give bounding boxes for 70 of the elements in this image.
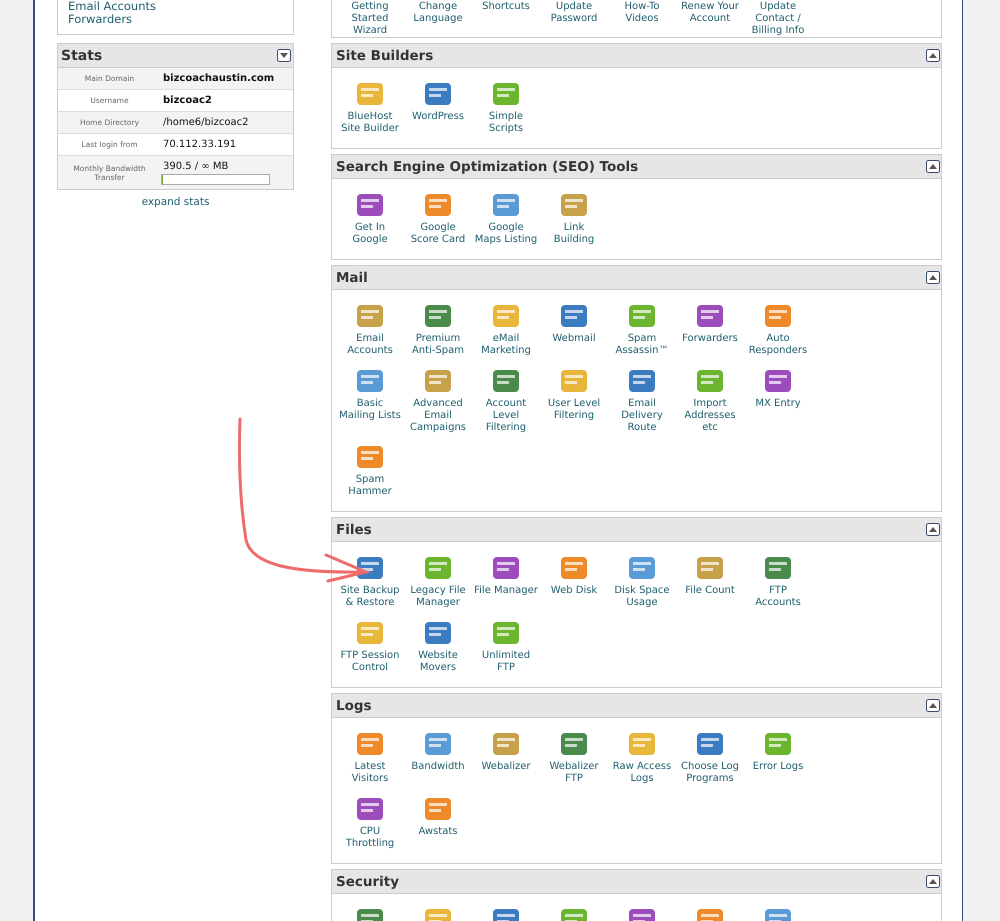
tool-link[interactable]: Basic Mailing Lists	[336, 365, 404, 434]
tool-link[interactable]: BlueHost Site Builder	[336, 78, 404, 136]
tool-link[interactable]: Auto Responders	[744, 300, 812, 358]
tool-link[interactable]: Update Contact / Billing Info	[744, 1, 812, 37]
collapse-button[interactable]	[926, 270, 940, 284]
tool-link[interactable]: FTP Accounts	[744, 552, 812, 610]
tool-link[interactable]: Latest Visitors	[336, 728, 404, 786]
stat-value: bizcoac2	[162, 95, 212, 106]
section-title: Search Engine Optimization (SEO) Tools	[336, 158, 638, 174]
tool-link[interactable]: Unlimited FTP	[472, 617, 540, 675]
section-title: Site Builders	[336, 48, 434, 64]
tool-link[interactable]: Shortcuts	[472, 1, 540, 37]
tool-link[interactable]: Google Score Card	[404, 189, 472, 247]
tool-link[interactable]: Webmail	[540, 300, 608, 358]
tool-link[interactable]: Awstats	[404, 793, 472, 851]
tool-link[interactable]: Update Password	[540, 1, 608, 37]
tool-link[interactable]: Site Backup & Restore	[336, 552, 404, 610]
tool-link[interactable]: Bandwidth	[404, 728, 472, 786]
sidebar-link[interactable]: Email Accounts	[68, 0, 293, 13]
tool-link[interactable]: WordPress	[404, 78, 472, 136]
tool-link[interactable]: How-To Videos	[608, 1, 676, 37]
tool-link[interactable]: File Count	[676, 552, 744, 610]
tool-link[interactable]: Premium Anti-Spam	[404, 300, 472, 358]
tool-link[interactable]: Account Level Filtering	[472, 365, 540, 434]
tool-link[interactable]: Choose Log Programs	[676, 728, 744, 786]
tool-link[interactable]: User Level Filtering	[540, 365, 608, 434]
tool-link[interactable]: Change Language	[404, 1, 472, 37]
tool-link[interactable]: Google Maps Listing	[472, 189, 540, 247]
stat-value: 70.112.33.191	[162, 139, 236, 150]
tool-link[interactable]: Email Delivery Route	[608, 365, 676, 434]
tool-link[interactable]: Raw Access Logs	[608, 728, 676, 786]
tool-link[interactable]: Spam Hammer	[336, 441, 404, 499]
stat-value: bizcoachaustin.com	[162, 73, 274, 84]
collapse-button[interactable]	[926, 698, 940, 712]
tool-link[interactable]: Webalizer	[472, 728, 540, 786]
tool-link[interactable]: FTP Session Control	[336, 617, 404, 675]
tool-link[interactable]: eMail Marketing	[472, 300, 540, 358]
tool-link[interactable]: Legacy File Manager	[404, 552, 472, 610]
tool-link[interactable]: Error Logs	[744, 728, 812, 786]
tool-link[interactable]: Renew Your Account	[676, 1, 744, 37]
tool-link[interactable]: Webalizer FTP	[540, 728, 608, 786]
tool-link[interactable]: Import Addresses etc	[676, 365, 744, 434]
section-title: Mail	[336, 270, 368, 286]
tool-link[interactable]: Website Movers	[404, 617, 472, 675]
expand-stats-link[interactable]: expand stats	[57, 196, 294, 208]
section-title: Files	[336, 522, 372, 538]
section-title: Logs	[336, 698, 372, 714]
tool-link[interactable]: Disk Space Usage	[608, 552, 676, 610]
tool-link[interactable]: Forwarders	[676, 300, 744, 358]
collapse-button[interactable]	[926, 48, 940, 62]
collapse-button[interactable]	[926, 522, 940, 536]
sidebar-link[interactable]: Forwarders	[68, 13, 293, 26]
tool-link[interactable]: Web Disk	[540, 552, 608, 610]
tool-link[interactable]: Get In Google	[336, 189, 404, 247]
stat-value: 390.5 / ∞ MB	[162, 160, 230, 172]
tool-link[interactable]: Email Accounts	[336, 300, 404, 358]
tool-link[interactable]: File Manager	[472, 552, 540, 610]
collapse-button[interactable]	[926, 874, 940, 888]
stat-value: /home6/bizcoac2	[162, 117, 248, 128]
toggle-button[interactable]	[277, 49, 291, 62]
tool-link[interactable]: Spam Assassin™	[608, 300, 676, 358]
tool-link[interactable]: Link Building	[540, 189, 608, 247]
tool-link[interactable]: Getting Started Wizard	[336, 1, 404, 37]
tool-link[interactable]: CPU Throttling	[336, 793, 404, 851]
tool-link[interactable]: Advanced Email Campaigns	[404, 365, 472, 434]
tool-link[interactable]: Simple Scripts	[472, 78, 540, 136]
tool-link[interactable]: MX Entry	[744, 365, 812, 434]
section-title: Security	[336, 874, 400, 890]
panel-title: Stats	[61, 48, 102, 64]
collapse-button[interactable]	[926, 160, 940, 174]
